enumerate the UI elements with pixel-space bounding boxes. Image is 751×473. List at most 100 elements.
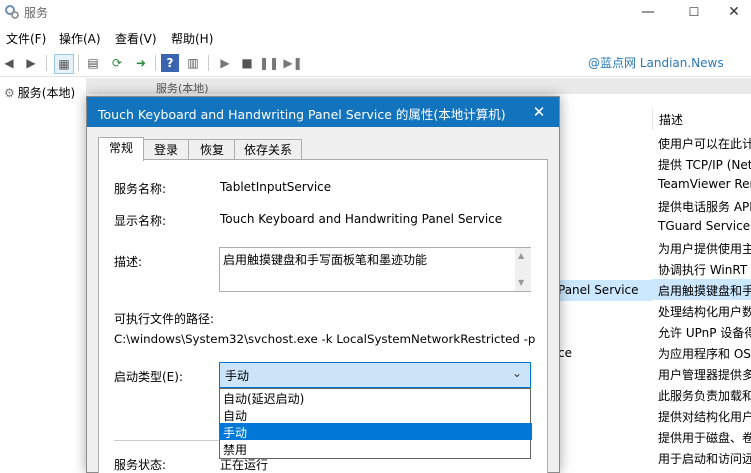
tree-item-services-local[interactable]: ⚙ 服务(本地) xyxy=(4,84,75,101)
service-description-text: 允许 UPnP 设备得 xyxy=(658,326,751,340)
properties-dialog: Touch Keyboard and Handwriting Panel Ser… xyxy=(86,96,560,473)
tab-logon[interactable]: 登录 xyxy=(142,139,190,160)
service-description-row[interactable]: 启用触摸键盘和手 xyxy=(652,279,751,300)
service-description-text: 启用触摸键盘和手 xyxy=(658,284,751,298)
tab-recovery[interactable]: 恢复 xyxy=(188,139,236,160)
service-description-row[interactable]: 提供 TCP/IP (Net xyxy=(652,153,751,174)
service-description-row[interactable]: 为用户提供使用主 xyxy=(652,237,751,258)
service-name-label: 服务名称: xyxy=(114,182,167,196)
service-description-text: 处理结构化用户数 xyxy=(658,305,751,319)
column-header-description[interactable]: 描述 xyxy=(652,108,751,130)
startup-type-label: 启动类型(E): xyxy=(114,370,183,384)
refresh-icon[interactable]: ⟳ xyxy=(108,54,126,72)
service-description-row[interactable]: 使用户可以在此计 xyxy=(652,132,751,153)
forward-arrow-icon[interactable]: ▶ xyxy=(22,54,40,72)
service-description-row[interactable]: 处理结构化用户数 xyxy=(652,300,751,321)
general-tab-panel: 服务名称: TabletInputService 显示名称: Touch Key… xyxy=(98,159,548,473)
startup-type-dropdown-list: 自动(延迟启动) 自动手动禁用 xyxy=(219,388,532,459)
description-scrollbar[interactable]: ▲ ▼ xyxy=(515,248,531,291)
action-pane-icon[interactable]: ▥ xyxy=(184,54,202,72)
startup-type-option[interactable]: 禁用 xyxy=(220,440,532,457)
display-name-value: Touch Keyboard and Handwriting Panel Ser… xyxy=(220,212,503,226)
menu-file[interactable]: 文件(F) xyxy=(6,30,46,47)
menu-bar: 文件(F) 操作(A) 查看(V) 帮助(H) xyxy=(0,28,751,48)
startup-type-option-label: 手动 xyxy=(223,426,248,440)
service-description-row[interactable]: 提供电话服务 API xyxy=(652,195,751,216)
service-description-row[interactable]: 用户管理器提供多 xyxy=(652,363,751,384)
minimize-button[interactable]: — xyxy=(625,0,671,26)
scroll-down-icon[interactable]: ▼ xyxy=(518,278,524,287)
menu-help[interactable]: 帮助(H) xyxy=(171,30,213,47)
toolbar-separator xyxy=(155,55,156,71)
service-description-row[interactable]: 用于启动和访问远 xyxy=(652,447,751,468)
service-description-row[interactable]: TGuard Service xyxy=(652,216,751,237)
service-description-text: 用户管理器提供多 xyxy=(658,368,751,382)
service-description-text: 使用户可以在此计 xyxy=(658,137,751,151)
dialog-title: Touch Keyboard and Handwriting Panel Ser… xyxy=(98,107,506,122)
properties-sheet-icon[interactable]: ▤ xyxy=(84,54,102,72)
startup-type-select[interactable]: 手动 ⌄ xyxy=(219,362,531,388)
description-label: 描述: xyxy=(114,255,143,269)
pause-service-icon[interactable]: ❚❚ xyxy=(259,54,279,72)
tab-dependencies[interactable]: 依存关系 xyxy=(234,139,302,160)
service-description-text: 提供电话服务 API xyxy=(658,200,751,214)
service-description-text: 用于启动和访问远 xyxy=(658,452,751,466)
service-name-cell[interactable]: ce xyxy=(558,346,572,360)
service-description-text: 提供 TCP/IP (Net xyxy=(658,158,751,172)
toolbar-separator xyxy=(208,55,209,71)
service-description-row[interactable]: 为应用程序和 OS xyxy=(652,342,751,363)
dialog-close-button[interactable]: ✕ xyxy=(527,101,551,123)
back-arrow-icon[interactable]: ◀ xyxy=(0,54,18,72)
service-description-row[interactable]: 允许 UPnP 设备得 xyxy=(652,321,751,342)
restart-service-icon[interactable]: ▶❚ xyxy=(283,54,302,72)
list-title: 服务(本地) xyxy=(156,82,209,95)
menu-view[interactable]: 查看(V) xyxy=(115,30,157,47)
window-titlebar: 服务 — ☐ ✕ xyxy=(0,0,751,26)
service-description-text: 提供对结构化用户 xyxy=(658,410,751,424)
startup-type-value: 手动 xyxy=(225,369,250,383)
console-tree-icon[interactable]: ▦ xyxy=(54,54,74,74)
service-description-row[interactable]: 提供用于磁盘、卷 xyxy=(652,426,751,447)
tab-general[interactable]: 常规 xyxy=(98,137,144,161)
service-description-text: TGuard Service xyxy=(658,219,751,233)
exe-path-label: 可执行文件的路径: xyxy=(114,312,215,326)
service-description-text: 协调执行 WinRT xyxy=(658,263,748,277)
display-name-label: 显示名称: xyxy=(114,214,167,228)
service-name-cell[interactable]: Panel Service xyxy=(558,283,639,297)
toolbar-separator xyxy=(78,55,79,71)
maximize-button[interactable]: ☐ xyxy=(671,0,717,26)
service-description-row[interactable]: 协调执行 WinRT xyxy=(652,258,751,279)
description-textbox[interactable]: 启用触摸键盘和手写面板笔和墨迹功能 ▲ ▼ xyxy=(219,247,531,292)
description-text: 启用触摸键盘和手写面板笔和墨迹功能 xyxy=(223,253,428,267)
export-list-icon[interactable]: ➜ xyxy=(132,54,150,72)
toolbar-separator xyxy=(46,55,47,71)
services-gear-icon xyxy=(5,5,19,19)
startup-type-option[interactable]: 自动(延迟启动) xyxy=(220,389,532,406)
service-description-row[interactable]: 此服务负责加载和 xyxy=(652,384,751,405)
menu-action[interactable]: 操作(A) xyxy=(59,30,101,47)
exe-path-value: C:\windows\System32\svchost.exe -k Local… xyxy=(114,332,536,346)
start-service-icon[interactable]: ▶ xyxy=(216,54,234,72)
watermark: @蓝点网 Landian.News xyxy=(588,56,724,70)
scroll-up-icon[interactable]: ▲ xyxy=(518,251,524,260)
close-button[interactable]: ✕ xyxy=(717,0,751,26)
services-gear-icon: ⚙ xyxy=(4,86,15,100)
window-title: 服务 xyxy=(24,6,49,20)
help-icon[interactable]: ? xyxy=(161,54,179,72)
console-tree: ⚙ 服务(本地) xyxy=(0,78,87,471)
service-description-text: 提供用于磁盘、卷 xyxy=(658,431,751,445)
dialog-titlebar: Touch Keyboard and Handwriting Panel Ser… xyxy=(87,97,559,127)
startup-type-option[interactable]: 自动 xyxy=(220,406,532,423)
service-description-text: TeamViewer Rer xyxy=(658,177,751,191)
startup-type-option-label: 禁用 xyxy=(223,443,248,457)
service-description-row[interactable]: TeamViewer Rer xyxy=(652,174,751,195)
stop-service-icon[interactable]: ■ xyxy=(238,54,256,72)
service-status-label: 服务状态: xyxy=(114,458,167,472)
startup-type-option[interactable]: 手动 xyxy=(220,423,532,440)
service-name-value: TabletInputService xyxy=(220,180,332,194)
startup-type-option-label: 自动(延迟启动) xyxy=(223,392,305,406)
service-description-text: 为用户提供使用主 xyxy=(658,242,751,256)
column-header-label: 描述 xyxy=(659,113,684,127)
service-description-text: 为应用程序和 OS xyxy=(658,347,751,361)
service-description-row[interactable]: 提供对结构化用户 xyxy=(652,405,751,426)
